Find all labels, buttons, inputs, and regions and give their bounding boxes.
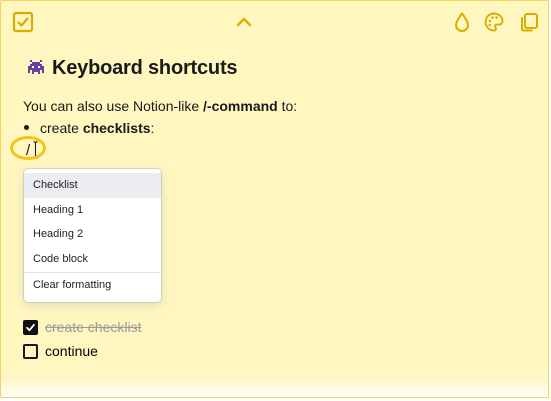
chevron-up-icon[interactable] xyxy=(233,11,255,33)
note-title: Keyboard shortcuts xyxy=(52,56,238,79)
text-cursor-icon xyxy=(33,141,38,159)
task-checkbox-unchecked[interactable] xyxy=(23,343,38,359)
checkbox-note-icon[interactable] xyxy=(12,11,34,33)
note-heading: Keyboard shortcuts xyxy=(23,53,528,83)
sticky-note: Keyboard shortcuts You can also use Noti… xyxy=(0,0,549,398)
note-content[interactable]: Keyboard shortcuts You can also use Noti… xyxy=(23,53,528,160)
menu-item-code-block[interactable]: Code block xyxy=(24,247,161,272)
task-checkbox-checked[interactable] xyxy=(23,319,38,335)
note-toolbar xyxy=(1,1,548,43)
menu-item-clear-formatting[interactable]: Clear formatting xyxy=(24,273,161,298)
task-label-done: create checklist xyxy=(45,319,142,335)
menu-item-heading-1[interactable]: Heading 1 xyxy=(24,198,161,223)
space-invader-icon xyxy=(25,57,47,79)
menu-item-heading-2[interactable]: Heading 2 xyxy=(24,222,161,247)
slash-command-menu: Checklist Heading 1 Heading 2 Code block… xyxy=(24,169,161,302)
bullet-suffix: : xyxy=(150,120,155,136)
intro-command: /-command xyxy=(203,98,278,114)
bullet-item: create checklists: xyxy=(23,119,154,137)
intro-text: You can also use Notion-like /-command t… xyxy=(23,97,297,115)
palette-icon[interactable] xyxy=(483,11,505,33)
intro-prefix: You can also use Notion-like xyxy=(23,98,204,114)
slash-char: / xyxy=(26,142,31,159)
copy-icon[interactable] xyxy=(518,11,540,33)
intro-suffix: to: xyxy=(277,98,298,114)
drop-icon[interactable] xyxy=(451,11,473,33)
task-label-open: continue xyxy=(45,343,98,359)
task-item-open: continue xyxy=(23,342,98,360)
bullet-dot xyxy=(24,125,29,131)
bullet-bold: checklists xyxy=(82,120,151,136)
note-bottom-fade xyxy=(1,375,548,397)
menu-item-checklist[interactable]: Checklist xyxy=(24,173,161,198)
task-item-done: create checklist xyxy=(23,318,141,336)
bullet-prefix: create xyxy=(40,120,83,136)
